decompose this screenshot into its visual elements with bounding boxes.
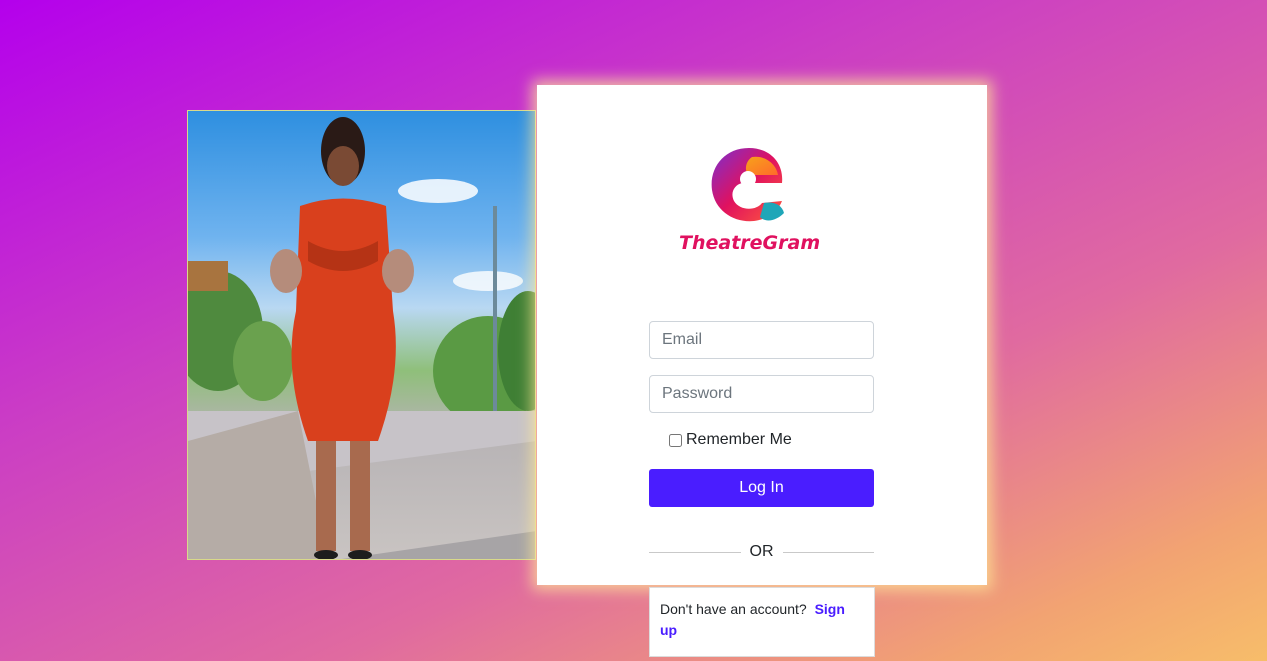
password-input[interactable]: [649, 375, 874, 413]
login-card: TheatreGram Remember Me Log In OR: [537, 85, 987, 585]
email-input[interactable]: [649, 321, 874, 359]
divider-line: [782, 551, 874, 553]
remember-me-checkbox[interactable]: [669, 433, 682, 447]
hero-photo-illustration: [188, 117, 535, 559]
hero-photo: [187, 110, 536, 560]
brand-name: TheatreGram: [679, 232, 821, 254]
signup-box: Don't have an account? Sign up: [649, 587, 875, 657]
signup-prompt: Don't have an account?: [660, 601, 807, 617]
swirl-e-logo-icon: [711, 148, 784, 222]
brand-logo: TheatreGram: [649, 135, 879, 275]
divider-line: [649, 551, 741, 553]
or-divider: OR: [649, 542, 874, 562]
remember-me-row[interactable]: Remember Me: [669, 431, 792, 449]
login-button[interactable]: Log In: [649, 469, 874, 507]
divider-text: OR: [749, 543, 774, 560]
remember-me-label: Remember Me: [686, 431, 792, 448]
